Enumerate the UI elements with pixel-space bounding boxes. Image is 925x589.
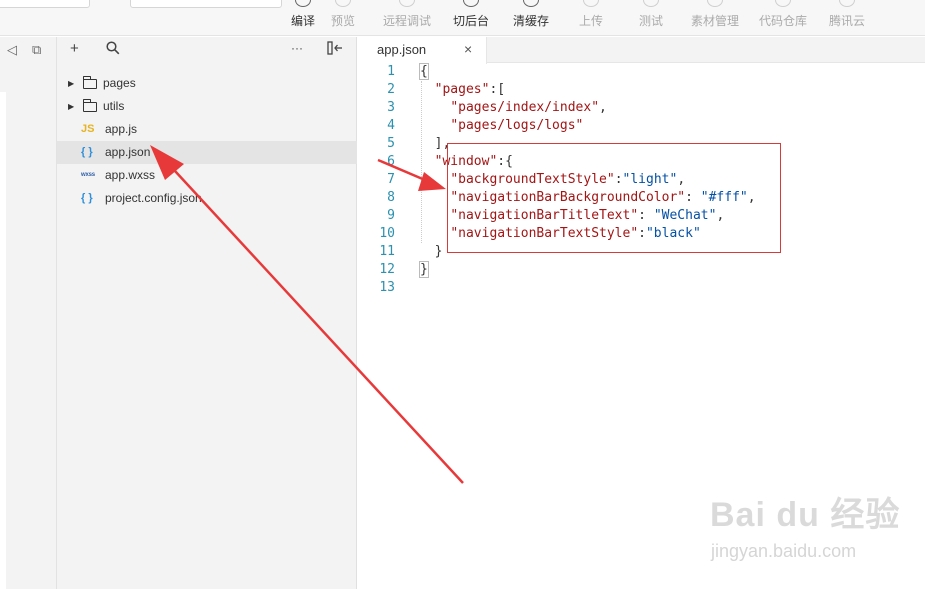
arrow-to-window-block [377, 158, 446, 191]
watermark-url: jingyan.baidu.com [711, 541, 857, 561]
arrow-to-app-json [150, 145, 464, 484]
watermark-logo: Bai du 经验 [710, 496, 901, 534]
watermark: Bai du 经验 jingyan.baidu.com [710, 487, 920, 577]
